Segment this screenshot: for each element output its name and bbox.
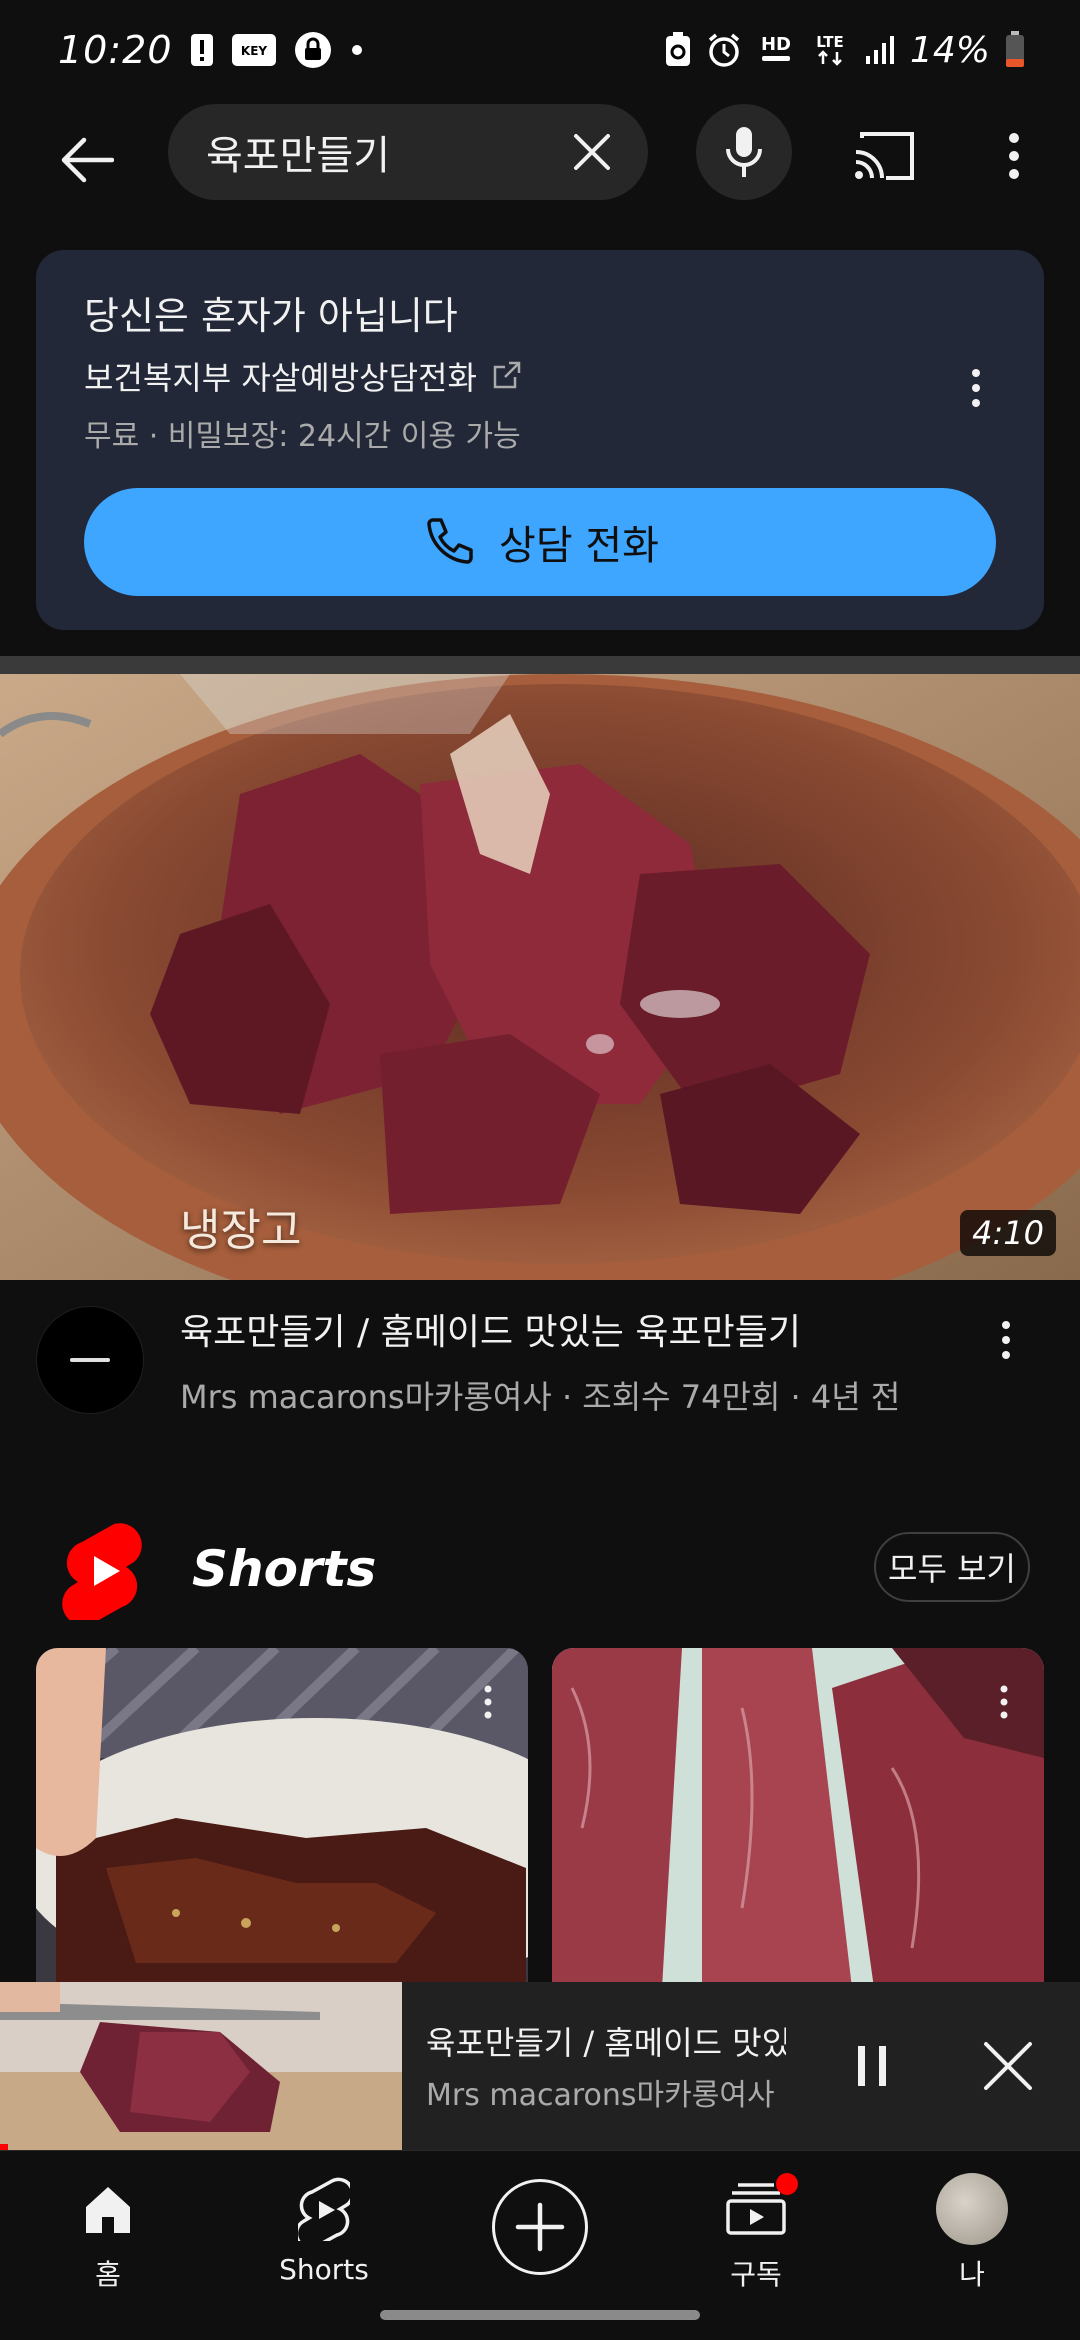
nav-subscriptions-label: 구독 (730, 2258, 782, 2291)
video-title[interactable]: 육포만들기 / 홈메이드 맛있는 육포만들기 (180, 1306, 980, 1360)
shorts-icon (298, 2171, 350, 2247)
section-divider (0, 656, 1080, 674)
mini-player-close-button[interactable] (968, 2026, 1048, 2106)
short-card[interactable] (552, 1648, 1044, 1988)
phone-icon (427, 518, 473, 564)
thumbnail-caption: 냉장고 (180, 1205, 302, 1256)
video-thumbnail[interactable]: 냉장고 4:10 (0, 674, 1080, 1280)
shorts-logo-icon (62, 1523, 142, 1620)
back-arrow-icon (61, 137, 114, 183)
crisis-more-button[interactable] (956, 358, 996, 418)
cast-icon (855, 132, 914, 180)
call-label[interactable]: 상담 전화 (499, 513, 659, 571)
key-icon: KEY (231, 33, 277, 67)
status-left: 10:20 KEY (58, 28, 365, 72)
external-link-icon (493, 361, 521, 389)
crisis-org-link[interactable]: 보건복지부 자살예방상담전화 (84, 350, 996, 402)
short-more-button[interactable] (476, 1680, 500, 1724)
avatar-wrap (936, 2171, 1008, 2247)
back-button[interactable] (50, 124, 122, 196)
mic-icon (726, 127, 762, 177)
lte-label: LTE (816, 33, 844, 51)
key-label: KEY (240, 44, 266, 58)
search-header: 육포만들기 (0, 100, 1080, 220)
crisis-org[interactable]: 보건복지부 자살예방상담전화 (84, 353, 477, 399)
signal-icon (864, 34, 896, 66)
avatar (936, 2173, 1008, 2245)
mini-player[interactable]: 육포만들기 / 홈메이드 맛있.. Mrs macarons마카롱여사 (0, 1982, 1080, 2150)
short-thumbnail (36, 1648, 528, 1988)
create-icon (515, 2202, 565, 2252)
more-vert-icon (1002, 1321, 1010, 1359)
more-vert-icon (484, 1685, 492, 1719)
crisis-title: 당신은 혼자가 아닙니다 (84, 294, 458, 338)
short-card[interactable] (36, 1648, 528, 1988)
hd-label: HD (761, 34, 791, 55)
nav-home-label: 홈 (95, 2258, 121, 2291)
nav-you[interactable]: 나 (882, 2171, 1062, 2301)
short-thumbnail (552, 1648, 1044, 1988)
crisis-meta: 무료 · 비밀보장: 24시간 이용 가능 (84, 419, 521, 454)
nav-shorts[interactable]: Shorts (234, 2171, 414, 2301)
status-bar: 10:20 KEY HD LTE 14% (0, 0, 1080, 100)
video-more-button[interactable] (988, 1310, 1024, 1370)
voice-search-button[interactable] (696, 104, 792, 200)
call-button[interactable]: 상담 전화 (84, 488, 996, 596)
search-query[interactable]: 육포만들기 (206, 123, 564, 181)
clear-search-button[interactable] (564, 124, 620, 180)
alarm-icon (706, 32, 742, 68)
nav-shorts-label: Shorts (279, 2253, 369, 2286)
mini-thumbnail-image (0, 1982, 402, 2150)
nav-you-label: 나 (959, 2258, 985, 2291)
pause-icon (858, 2046, 886, 2086)
close-icon (984, 2042, 1032, 2090)
battery-percent: 14% (909, 29, 990, 71)
pause-button[interactable] (832, 2026, 912, 2106)
shorts-header: Shorts 모두 보기 (0, 1510, 1080, 1630)
hd-voice-icon: HD (756, 32, 796, 68)
close-icon (574, 134, 610, 170)
shorts-title: Shorts (192, 1540, 377, 1598)
cast-button[interactable] (848, 120, 920, 192)
video-info[interactable]: 육포만들기 / 홈메이드 맛있는 육포만들기 Mrs macarons마카롱여사… (0, 1280, 1080, 1450)
subscriptions-badge (776, 2173, 798, 2195)
subscriptions-icon (724, 2171, 798, 2247)
mini-player-title[interactable]: 육포만들기 / 홈메이드 맛있.. (426, 2018, 786, 2064)
lock-icon (293, 30, 333, 70)
short-more-button[interactable] (992, 1680, 1016, 1724)
more-vert-icon (972, 369, 980, 407)
more-vert-icon (1009, 133, 1019, 179)
nav-home[interactable]: 홈 (18, 2171, 198, 2301)
video-duration: 4:10 (960, 1210, 1056, 1256)
recycle-icon (664, 32, 692, 68)
nav-subscriptions[interactable]: 구독 (666, 2171, 846, 2301)
more-options-button[interactable] (990, 120, 1038, 192)
status-time: 10:20 (58, 28, 173, 72)
thumbnail-image (0, 674, 1080, 1280)
dot-icon (349, 42, 365, 58)
video-meta: Mrs macarons마카롱여사 · 조회수 74만회 · 4년 전 (180, 1378, 901, 1416)
mini-player-channel: Mrs macarons마카롱여사 (426, 2078, 775, 2113)
alert-icon (189, 32, 215, 68)
home-indicator[interactable] (380, 2310, 700, 2320)
status-right: HD LTE 14% (664, 30, 1026, 71)
lte-icon: LTE (810, 32, 850, 68)
more-vert-icon (1000, 1685, 1008, 1719)
create-button[interactable] (492, 2179, 588, 2275)
battery-icon (1004, 31, 1026, 69)
home-icon (80, 2171, 136, 2247)
search-input[interactable]: 육포만들기 (168, 104, 648, 200)
mini-player-thumbnail[interactable] (0, 1982, 402, 2150)
channel-logo (70, 1358, 110, 1362)
crisis-support-card: 당신은 혼자가 아닙니다 보건복지부 자살예방상담전화 무료 · 비밀보장: 2… (36, 250, 1044, 630)
view-all-button[interactable]: 모두 보기 (874, 1532, 1030, 1602)
channel-avatar[interactable] (36, 1306, 144, 1414)
